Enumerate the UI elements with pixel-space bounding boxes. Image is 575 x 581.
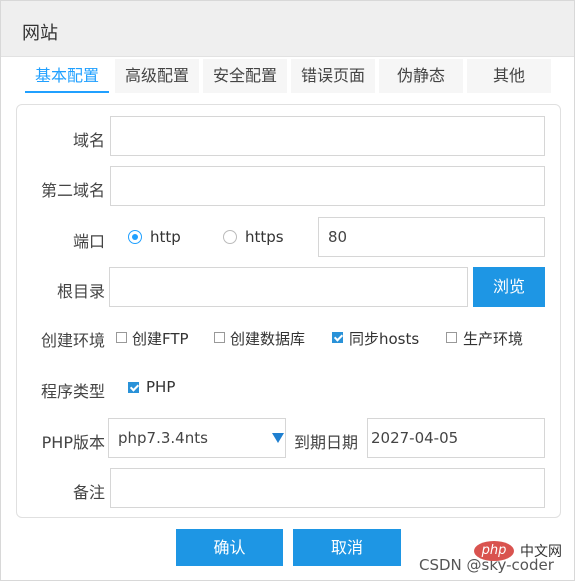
sync-hosts-label[interactable]: 同步hosts [349,328,419,349]
php-checkbox[interactable] [128,382,139,393]
tab-security-config[interactable]: 安全配置 [203,59,287,93]
http-radio-label[interactable]: http [150,228,181,246]
tab-basic-config[interactable]: 基本配置 [25,59,109,93]
http-radio[interactable] [128,230,142,244]
php-version-label: PHP版本 [41,433,105,452]
domain-label: 域名 [72,131,105,150]
create-db-label[interactable]: 创建数据库 [230,328,305,349]
tab-bar: 基本配置 高级配置 安全配置 错误页面 伪静态 其他 [25,59,551,95]
create-ftp-checkbox[interactable] [116,332,127,343]
php-site-watermark: 中文网 [520,544,562,560]
https-radio-label[interactable]: https [245,228,284,246]
env-label: 创建环境 [40,331,105,350]
create-ftp-label[interactable]: 创建FTP [132,328,189,349]
root-dir-label: 根目录 [56,282,105,301]
tab-rewrite[interactable]: 伪静态 [379,59,463,93]
sync-hosts-checkbox[interactable] [332,332,343,343]
create-db-checkbox[interactable] [214,332,225,343]
production-env-checkbox[interactable] [446,332,457,343]
browse-button[interactable]: 浏览 [473,267,545,307]
php-version-value: php7.3.4nts [118,429,208,447]
note-input[interactable] [110,468,545,508]
php-logo: php [474,541,514,561]
tab-error-pages[interactable]: 错误页面 [291,59,375,93]
tab-advanced-config[interactable]: 高级配置 [115,59,199,93]
production-env-label[interactable]: 生产环境 [463,328,523,349]
php-checkbox-label[interactable]: PHP [146,378,175,396]
dialog-title: 网站 [1,1,574,57]
chevron-down-icon[interactable] [272,433,284,443]
second-domain-label: 第二域名 [40,181,105,200]
cancel-button[interactable]: 取消 [293,529,401,566]
php-version-select[interactable]: php7.3.4nts [108,418,286,458]
program-type-label: 程序类型 [40,382,105,401]
root-dir-input[interactable] [109,267,468,307]
confirm-button[interactable]: 确认 [176,529,283,566]
second-domain-input[interactable] [110,166,545,206]
https-radio[interactable] [223,230,237,244]
port-input[interactable]: 80 [318,217,545,257]
expire-date-input[interactable]: 2027-04-05 [367,418,545,458]
expire-date-label: 到期日期 [294,433,359,452]
note-label: 备注 [72,483,105,502]
domain-input[interactable] [110,116,545,156]
site-dialog: 网站 基本配置 高级配置 安全配置 错误页面 伪静态 其他 域名 第二域名 端口… [0,0,575,581]
port-label: 端口 [72,232,105,251]
tab-other[interactable]: 其他 [467,59,551,93]
